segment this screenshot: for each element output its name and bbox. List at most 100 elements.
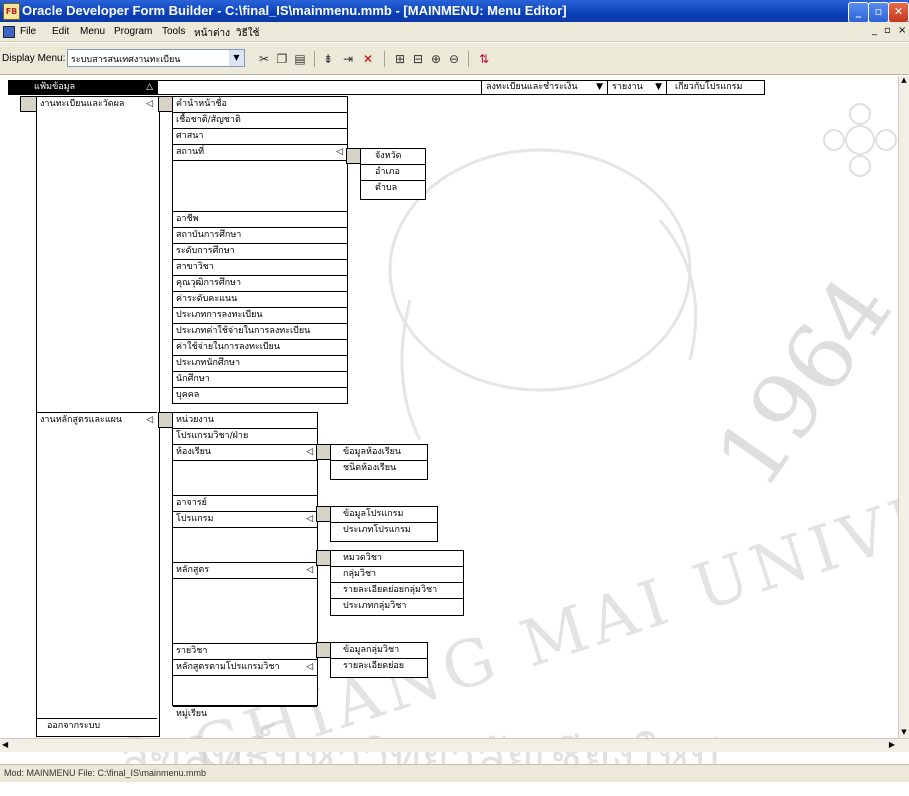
scroll-right-icon[interactable]: ▶ (889, 740, 895, 749)
create-down-icon[interactable]: ⇟ (320, 51, 336, 67)
menu-item-course-program[interactable]: หลักสูตรตามโปรแกรมวิชา ◁ (173, 660, 317, 676)
menu-tools[interactable]: Tools (162, 26, 185, 37)
toolbar: Display Menu: ระบบสารสนเทศงานทะเบียน ▼ ✂… (0, 43, 909, 75)
menu-item-empty[interactable] (173, 528, 317, 563)
menu-item[interactable]: ค่าระดับคะแนน (173, 292, 347, 308)
title-bar[interactable]: FB Oracle Developer Form Builder - C:\fi… (0, 0, 909, 23)
menu-item-label: โปรแกรม (176, 514, 214, 524)
top-menu-label: รายงาน (612, 82, 643, 92)
switch-orientation-icon[interactable]: ⇅ (476, 51, 492, 67)
menu-item[interactable]: ค่าใช้จ่ายในการลงทะเบียน (173, 340, 347, 356)
cut-icon[interactable]: ✂ (256, 51, 272, 67)
triangle-down-icon: ▼ (655, 82, 662, 92)
menu-item[interactable]: บุคคล (173, 388, 347, 403)
menu-item-empty[interactable] (173, 579, 317, 644)
menu-item[interactable]: อาจารย์ (173, 496, 317, 512)
menu-edit[interactable]: Edit (52, 26, 69, 37)
mdi-close-icon[interactable]: × (898, 25, 906, 36)
menu-item[interactable]: ประเภทกลุ่มวิชา (331, 599, 463, 614)
vertical-scrollbar[interactable]: ▲ ▼ (898, 76, 909, 738)
menu-item-place[interactable]: สถานที่ ◁ (173, 145, 347, 161)
app-icon: FB (3, 3, 20, 20)
triangle-left-icon: ◁ (306, 447, 313, 457)
menu-item[interactable]: ข้อมูลห้องเรียน (331, 445, 427, 461)
menu-window[interactable]: หน้าต่าง (194, 26, 230, 41)
maximize-icon[interactable]: ▫ (868, 2, 889, 23)
menu-item[interactable]: รายวิชา (173, 644, 317, 660)
menu-item[interactable]: เชื้อชาติ/สัญชาติ (173, 113, 347, 129)
menu-item[interactable]: สถาบันการศึกษา (173, 228, 347, 244)
menu-item[interactable]: ข้อมูลกลุ่มวิชา (331, 643, 427, 659)
menu-file[interactable]: File (20, 26, 36, 37)
menu-item[interactable]: คุณวุฒิการศึกษา (173, 276, 347, 292)
menu-item[interactable]: หน่วยงาน (173, 413, 317, 429)
menu-item-registration[interactable]: งานทะเบียนและวัดผล ◁ (37, 97, 157, 112)
menu-item[interactable]: ศาสนา (173, 129, 347, 145)
paste-icon[interactable]: ▤ (292, 51, 308, 67)
menu-item-empty[interactable] (173, 676, 317, 707)
scroll-down-icon[interactable]: ▼ (899, 728, 909, 738)
menu-item-program[interactable]: โปรแกรม ◁ (173, 512, 317, 528)
menu-item[interactable]: หมู่เรียน (173, 707, 317, 722)
expand-icon[interactable]: ⊞ (392, 51, 408, 67)
toolbar-separator (314, 51, 315, 67)
menu-item[interactable]: อาชีพ (173, 212, 347, 228)
menu-item[interactable]: ตำบล (361, 181, 425, 196)
menu-item[interactable]: ระดับการศึกษา (173, 244, 347, 260)
minimize-icon[interactable]: _ (848, 2, 869, 23)
menu-item-room[interactable]: ห้องเรียน ◁ (173, 445, 317, 461)
display-menu-label: Display Menu: (2, 53, 66, 64)
chevron-down-icon[interactable]: ▼ (229, 50, 244, 66)
menu-item-exit[interactable]: ออกจากระบบ (37, 718, 157, 734)
top-menu-item-register-pay[interactable]: ลงทะเบียนและชำระเงิน ▼ (481, 80, 608, 95)
collapse-icon[interactable]: ⊟ (410, 51, 426, 67)
menu-menu[interactable]: Menu (80, 26, 105, 37)
top-menu-item-about[interactable]: เกี่ยวกับโปรแกรม (666, 80, 765, 95)
menu-item[interactable]: ประเภทการลงทะเบียน (173, 308, 347, 324)
delete-item-icon[interactable]: ✕ (360, 51, 376, 67)
toolbar-separator (468, 51, 469, 67)
menu-item-curriculum[interactable]: งานหลักสูตรและแผน ◁ (37, 412, 157, 427)
watermark-flower (823, 103, 897, 177)
menu-item[interactable]: รายละเอียดย่อยกลุ่มวิชา (331, 583, 463, 599)
menu-item[interactable]: ข้อมูลโปรแกรม (331, 507, 437, 523)
menu-item-empty[interactable] (173, 461, 317, 496)
top-menu-label: เกี่ยวกับโปรแกรม (675, 82, 743, 92)
menu-item[interactable]: ประเภทโปรแกรม (331, 523, 437, 538)
menu-item[interactable]: โปรแกรมวิชา/ฝ่าย (173, 429, 317, 445)
scroll-left-icon[interactable]: ◀ (2, 740, 8, 749)
top-menu-spacer (157, 80, 482, 95)
menu-help[interactable]: วิธีใช้ (236, 26, 259, 41)
top-menu-item-file[interactable]: แฟ้มข้อมูล △ (8, 80, 158, 95)
close-icon[interactable]: ✕ (888, 2, 909, 23)
menu-item-course[interactable]: หลักสูตร ◁ (173, 563, 317, 579)
menu-item[interactable]: กลุ่มวิชา (331, 567, 463, 583)
expand-all-icon[interactable]: ⊕ (428, 51, 444, 67)
scroll-up-icon[interactable]: ▲ (899, 76, 909, 86)
menu-item[interactable]: คำนำหน้าชื่อ (173, 97, 347, 113)
menu-item[interactable]: อำเภอ (361, 165, 425, 181)
top-menu-label: แฟ้มข้อมูล (34, 82, 76, 92)
collapse-all-icon[interactable]: ⊖ (446, 51, 462, 67)
display-menu-select[interactable]: ระบบสารสนเทศงานทะเบียน ▼ (67, 49, 245, 67)
menu-item[interactable]: ประเภทนักศึกษา (173, 356, 347, 372)
copy-icon[interactable]: ❐ (274, 51, 290, 67)
horizontal-scrollbar[interactable]: ◀ ▶ (0, 738, 909, 752)
menu-item[interactable]: ประเภทค่าใช้จ่ายในการลงทะเบียน (173, 324, 347, 340)
menu-item-label: หลักสูตร (176, 565, 210, 575)
top-menu-item-report[interactable]: รายงาน ▼ (607, 80, 667, 95)
menu-item[interactable]: หมวดวิชา (331, 551, 463, 567)
submenu-place: จังหวัด อำเภอ ตำบล (360, 148, 426, 200)
mdi-minimize-icon[interactable]: _ (872, 25, 877, 36)
menu-item[interactable]: สาขาวิชา (173, 260, 347, 276)
menu-item-empty[interactable] (173, 161, 347, 212)
menu-program[interactable]: Program (114, 26, 152, 37)
menu-item[interactable]: รายละเอียดย่อย (331, 659, 427, 674)
doc-icon (3, 26, 15, 38)
menu-item[interactable]: นักศึกษา (173, 372, 347, 388)
window-title: Oracle Developer Form Builder - C:\final… (22, 3, 567, 18)
menu-item[interactable]: ชนิดห้องเรียน (331, 461, 427, 476)
create-right-icon[interactable]: ⇥ (340, 51, 356, 67)
menu-item[interactable]: จังหวัด (361, 149, 425, 165)
mdi-restore-icon[interactable]: ▫ (884, 25, 891, 36)
